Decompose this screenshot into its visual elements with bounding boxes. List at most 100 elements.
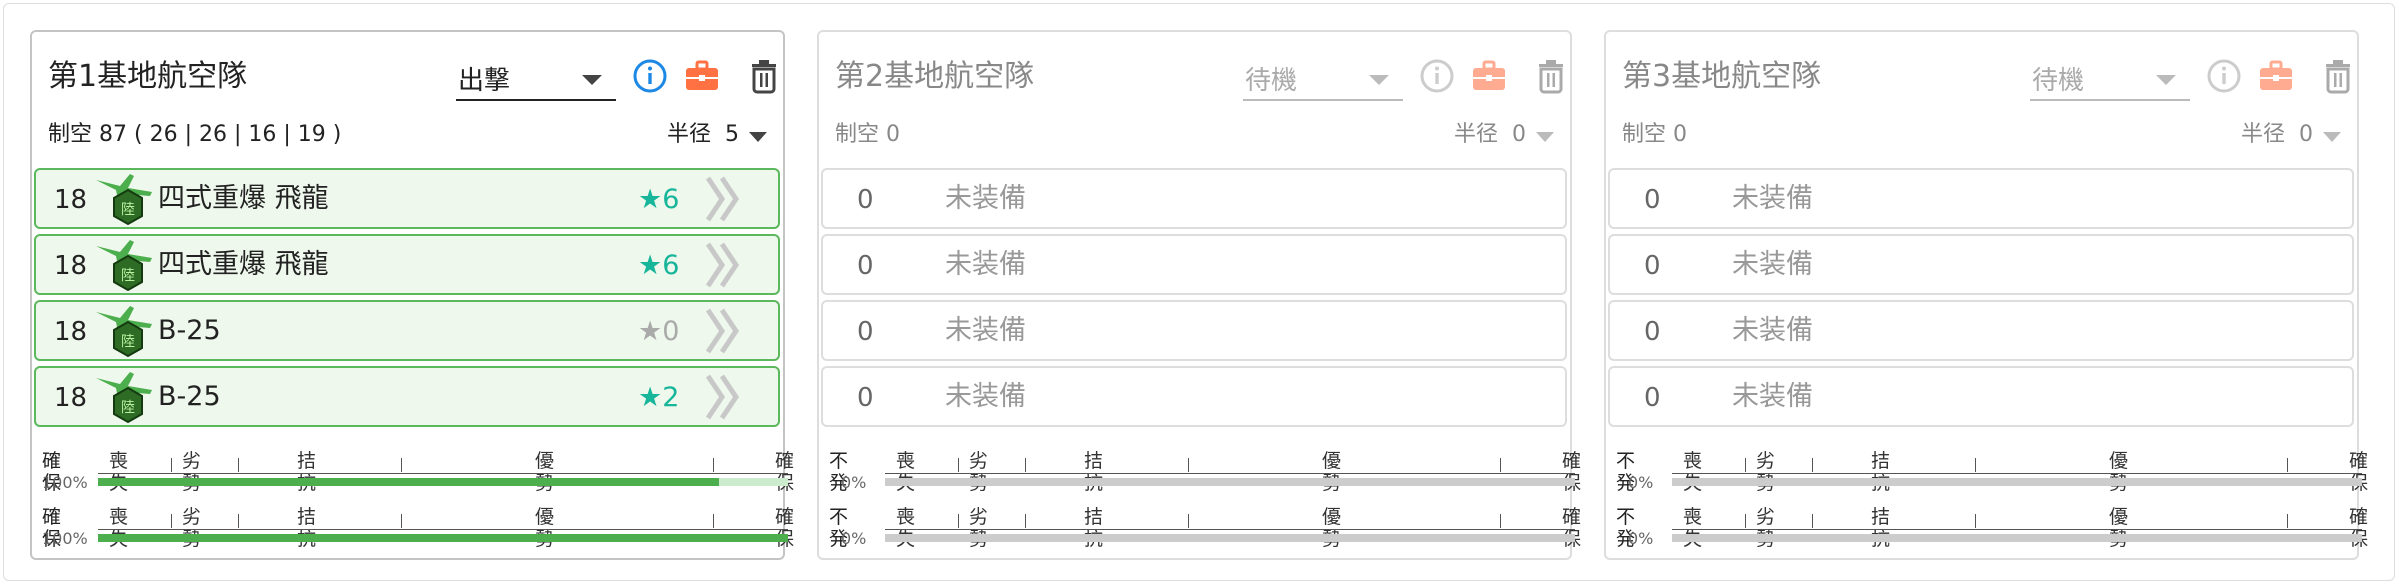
slot-aircraft-count: 0	[1644, 251, 1661, 281]
radius-value: 0	[1512, 122, 1526, 147]
air-state-label: 確保	[2349, 506, 2369, 550]
double-chevron-icon	[705, 308, 740, 354]
air-state-divider	[958, 458, 959, 472]
slot-aircraft-count: 0	[1644, 185, 1661, 215]
equipment-slot[interactable]: 0 未装備	[1608, 366, 2354, 427]
equipment-name: 四式重爆 飛龍	[158, 183, 329, 214]
air-state-divider	[1188, 514, 1189, 528]
air-state-label: 喪失	[109, 506, 129, 550]
air-state-divider	[1812, 514, 1813, 528]
trash-icon[interactable]	[2318, 56, 2358, 96]
air-state-divider	[1745, 458, 1746, 472]
equipment-name: 未装備	[1732, 249, 1813, 280]
equipment-name: 未装備	[945, 249, 1026, 280]
air-state-label: 確保	[775, 450, 795, 494]
slot-aircraft-count: 0	[857, 383, 874, 413]
land-bomber-icon: 陸	[96, 240, 152, 292]
air-state-label: 確保	[1562, 450, 1582, 494]
air-state-label: 喪失	[1683, 506, 1703, 550]
equipment-slot[interactable]: 18 陸 四式重爆 飛龍 ★6	[34, 234, 780, 295]
equipment-slot[interactable]: 0 未装備	[821, 300, 1567, 361]
air-state-divider	[1745, 514, 1746, 528]
briefcase-icon[interactable]	[2256, 56, 2296, 96]
mode-select[interactable]: 待機	[2030, 59, 2190, 101]
equipment-name: 未装備	[1732, 315, 1813, 346]
radius-select[interactable]: 半径 5	[667, 120, 753, 150]
equipment-name: 未装備	[1732, 183, 1813, 214]
trash-icon[interactable]	[1531, 56, 1571, 96]
proficiency-level: ★2	[638, 382, 680, 413]
info-icon[interactable]	[630, 56, 670, 96]
equipment-name: B-25	[158, 381, 221, 412]
air-state-label: 劣勢	[969, 506, 989, 550]
air-state-progress-fill	[98, 534, 788, 542]
air-state-baseline	[885, 529, 1575, 530]
mode-select[interactable]: 出撃	[456, 59, 616, 101]
air-power-label: 制空	[835, 122, 880, 147]
svg-text:陸: 陸	[121, 400, 135, 416]
air-power-summary: 制空 0	[835, 120, 900, 150]
equipment-slot[interactable]: 0 未装備	[821, 234, 1567, 295]
air-state-divider	[171, 514, 172, 528]
equipment-slot[interactable]: 0 未装備	[1608, 234, 2354, 295]
equipment-name: 未装備	[1732, 381, 1813, 412]
air-state-label: 拮抗	[297, 450, 317, 494]
info-icon[interactable]	[2204, 56, 2244, 96]
air-state-label: 劣勢	[969, 450, 989, 494]
air-state-progress-bar	[98, 534, 788, 542]
air-state-progress-bar	[98, 478, 788, 486]
mode-select-value: 待機	[1245, 66, 1298, 96]
air-state-divider	[401, 458, 402, 472]
chevron-down-icon[interactable]	[1536, 132, 1554, 142]
chevron-down-icon[interactable]	[2323, 132, 2341, 142]
info-icon[interactable]	[1417, 56, 1457, 96]
radius-value: 0	[2299, 122, 2313, 147]
air-state-label: 拮抗	[1871, 506, 1891, 550]
air-state-divider	[1025, 458, 1026, 472]
air-state-baseline	[98, 529, 788, 530]
radius-select[interactable]: 半径 0	[2241, 120, 2327, 150]
equipment-slot[interactable]: 18 陸 四式重爆 飛龍 ★6	[34, 168, 780, 229]
trash-icon[interactable]	[744, 56, 784, 96]
equipment-slot[interactable]: 0 未装備	[1608, 168, 2354, 229]
air-state-percent: 0%	[1628, 529, 1654, 548]
air-state-divider	[958, 514, 959, 528]
equipment-slot[interactable]: 18 陸 B-25 ★2	[34, 366, 780, 427]
equipment-name: 未装備	[945, 315, 1026, 346]
slot-aircraft-count: 0	[857, 317, 874, 347]
radius-label: 半径	[2240, 122, 2285, 147]
radius-select[interactable]: 半径 0	[1454, 120, 1540, 150]
mode-select[interactable]: 待機	[1243, 59, 1403, 101]
air-corps-panel-1: 第1基地航空隊 出撃 制空 87 ( 26 | 26 | 16 | 19 ) 半…	[30, 30, 794, 560]
equipment-slot[interactable]: 0 未装備	[821, 168, 1567, 229]
air-state-label: 優勢	[535, 506, 555, 550]
land-bomber-icon: 陸	[96, 306, 152, 358]
air-state-percent: 100%	[42, 529, 88, 548]
chevron-down-icon[interactable]	[749, 132, 767, 142]
air-state-divider	[1812, 458, 1813, 472]
air-state-baseline	[1672, 473, 2362, 474]
air-state-label: 拮抗	[1871, 450, 1891, 494]
equipment-slot[interactable]: 18 陸 B-25 ★0	[34, 300, 780, 361]
slot-aircraft-count: 0	[857, 185, 874, 215]
equipment-slot[interactable]: 0 未装備	[1608, 300, 2354, 361]
air-state-label: 劣勢	[182, 506, 202, 550]
briefcase-icon[interactable]	[1469, 56, 1509, 96]
equipment-slot[interactable]: 0 未装備	[821, 366, 1567, 427]
air-state-divider	[713, 514, 714, 528]
air-corps-panel-2: 第2基地航空隊 待機 制空 0 半径 0 0 未装備 0 未装備 0 未装備 0…	[817, 30, 1581, 560]
equipment-name: 四式重爆 飛龍	[158, 249, 329, 280]
mode-select-value: 待機	[2032, 66, 2085, 96]
chevron-down-icon	[1369, 75, 1389, 85]
air-state-label: 劣勢	[182, 450, 202, 494]
air-state-label: 拮抗	[297, 506, 317, 550]
equipment-name: 未装備	[945, 381, 1026, 412]
air-state-label: 拮抗	[1084, 506, 1104, 550]
svg-text:陸: 陸	[121, 268, 135, 284]
air-state-label: 確保	[2349, 450, 2369, 494]
briefcase-icon[interactable]	[682, 56, 722, 96]
air-state-progress-bar	[885, 534, 1575, 542]
air-state-baseline	[1672, 529, 2362, 530]
air-state-label: 劣勢	[1756, 450, 1776, 494]
panel-title: 第1基地航空隊	[48, 59, 248, 94]
